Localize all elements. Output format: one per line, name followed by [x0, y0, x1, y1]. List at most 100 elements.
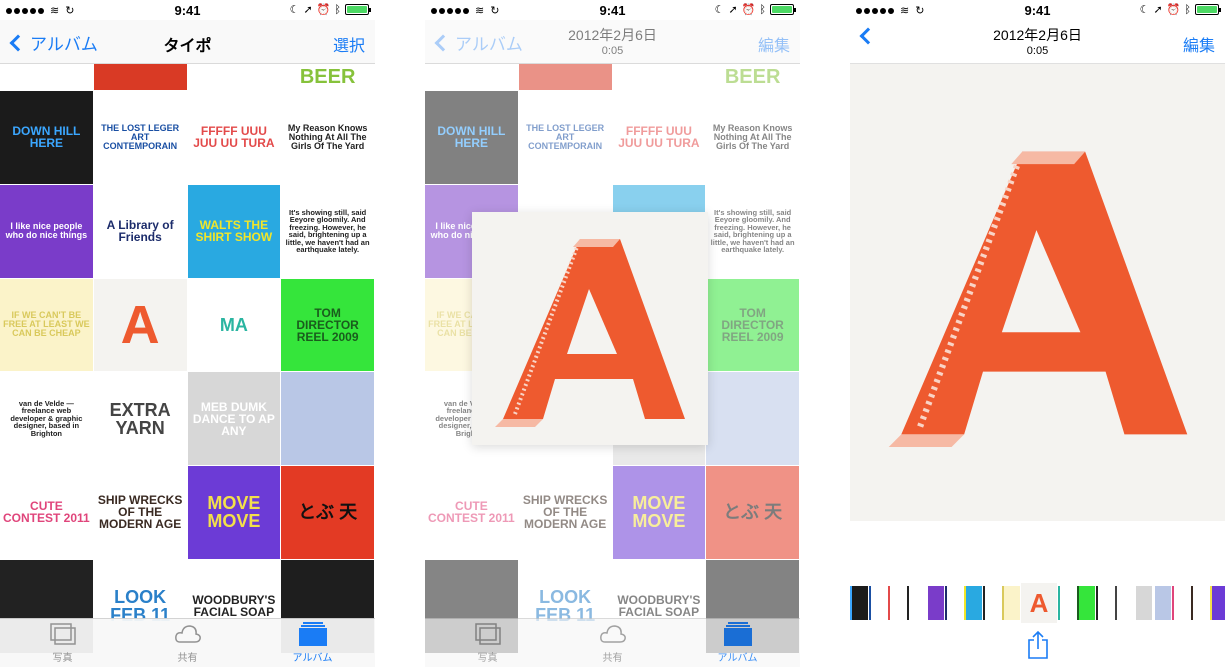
- thumbnail-text: I like nice people who do nice things: [5, 221, 88, 241]
- filmstrip-thumb[interactable]: [1210, 586, 1225, 620]
- photo-thumbnail[interactable]: THE LOST LEGER ART CONTEMPORAIN: [93, 91, 187, 184]
- photo-thumbnail[interactable]: van de Velde — freelance web developer &…: [0, 372, 93, 465]
- thumbnail-text: [325, 603, 331, 609]
- thumbnail-text: MA: [219, 314, 248, 335]
- battery-icon: [770, 4, 796, 15]
- bluetooth-icon: ᛒ: [759, 3, 766, 16]
- filmstrip-thumb[interactable]: [1172, 586, 1190, 620]
- letter-a-poster: [888, 151, 1187, 447]
- filmstrip-thumb[interactable]: [907, 586, 925, 620]
- filmstrip-thumb[interactable]: [983, 586, 1001, 620]
- thumbnail-text: It's showing still, said Eeyore gloomily…: [285, 207, 370, 255]
- thumbnail-text: EXTRA YARN: [109, 399, 171, 438]
- photo-viewer[interactable]: [850, 64, 1225, 521]
- navigation-bar: アルバム 2012年2月6日 0:05 編集: [425, 20, 800, 64]
- photo-date: 2012年2月6日: [568, 27, 657, 43]
- filmstrip-thumb[interactable]: [1096, 586, 1114, 620]
- tab-albums[interactable]: アルバム: [675, 619, 800, 667]
- cloud-icon: [599, 625, 626, 643]
- filmstrip-thumb[interactable]: [1077, 586, 1095, 620]
- photo-thumbnail[interactable]: MOVE MOVE: [187, 466, 281, 559]
- select-button[interactable]: 選択: [333, 32, 365, 56]
- filmstrip-thumb-selected[interactable]: A: [1021, 583, 1057, 623]
- toolbar: [850, 623, 1225, 667]
- tab-albums[interactable]: アルバム: [250, 619, 375, 667]
- thumbnail-text: WOODBURY'S FACIAL SOAP: [192, 593, 276, 620]
- edit-button[interactable]: 編集: [1183, 32, 1215, 56]
- photo-thumbnail[interactable]: とぶ 天: [281, 466, 374, 559]
- tab-shared[interactable]: 共有: [125, 619, 250, 667]
- location-icon: ➚: [728, 4, 738, 16]
- tab-photos-label: 写真: [52, 653, 73, 664]
- thumbnail-text: My Reason Knows Nothing At All The Girls…: [287, 122, 368, 151]
- filmstrip-thumb[interactable]: [1058, 586, 1076, 620]
- thumbnail-text: van de Velde — freelance web developer &…: [10, 398, 83, 438]
- filmstrip-thumb[interactable]: [850, 586, 868, 620]
- photo-date-title: 2012年2月6日 0:05: [425, 25, 800, 57]
- photo-thumbnail[interactable]: WALTS THE SHIRT SHOW: [187, 184, 281, 278]
- phone-zoom-transition: ≋ ↻ 9:41 ☾ ➚ ⏰ ᛒ BEER DOWN HILL HERE THE …: [425, 0, 800, 667]
- thumbnail-text: THE LOST LEGER ART CONTEMPORAIN: [101, 122, 180, 151]
- moon-icon: ☾: [1139, 4, 1150, 16]
- photo-thumbnail[interactable]: A: [93, 278, 187, 372]
- filmstrip-thumb[interactable]: [1115, 586, 1133, 620]
- photo-thumbnail[interactable]: BEER: [281, 64, 374, 90]
- alarm-icon: ⏰: [316, 4, 331, 16]
- photo-thumbnail[interactable]: [0, 64, 93, 90]
- thumbnail-filmstrip[interactable]: A: [850, 583, 1225, 623]
- status-bar: ≋ ↻ 9:41 ☾ ➚ ⏰ ᛒ: [850, 0, 1225, 20]
- filmstrip-thumb[interactable]: [964, 586, 982, 620]
- filmstrip-thumb[interactable]: [945, 586, 963, 620]
- zooming-photo[interactable]: [472, 212, 708, 445]
- photo-time: 0:05: [1026, 45, 1049, 57]
- photo-thumbnail[interactable]: [187, 64, 281, 90]
- thumbnail-text: MOVE MOVE: [207, 493, 261, 532]
- thumbnail-text: A: [120, 294, 160, 355]
- photo-thumbnail[interactable]: SHIP WRECKS OF THE MODERN AGE: [93, 466, 187, 559]
- photo-thumbnail[interactable]: CUTE CONTEST 2011: [0, 466, 93, 559]
- photo-thumbnail[interactable]: FFFFF UUU JUU UU TURA: [187, 91, 281, 184]
- photo-thumbnail[interactable]: TOM DIRECTOR REEL 2009: [281, 278, 374, 372]
- thumbnail-text: A: [1029, 587, 1049, 618]
- filmstrip-thumb[interactable]: [869, 586, 887, 620]
- tab-albums-label: アルバム: [292, 653, 333, 664]
- photo-thumbnail[interactable]: It's showing still, said Eeyore gloomily…: [281, 184, 374, 278]
- thumbnail-text: CUTE CONTEST 2011: [3, 499, 90, 526]
- tab-shared[interactable]: 共有: [550, 619, 675, 667]
- photo-thumbnail[interactable]: I like nice people who do nice things: [0, 184, 93, 278]
- share-icon[interactable]: [1026, 630, 1050, 660]
- location-icon: ➚: [1153, 4, 1163, 16]
- photos-stack-icon: [49, 623, 76, 645]
- page-title: タイポ: [163, 38, 212, 55]
- photo-thumbnail[interactable]: EXTRA YARN: [93, 372, 187, 465]
- photo-thumbnail[interactable]: My Reason Knows Nothing At All The Girls…: [281, 91, 374, 184]
- thumbnail-text: A Library of Friends: [106, 218, 174, 245]
- grid-top-strip: BEER: [0, 64, 375, 90]
- battery-icon: [345, 4, 371, 15]
- filmstrip-thumb[interactable]: [888, 586, 906, 620]
- tab-photos[interactable]: 写真: [425, 619, 550, 667]
- filmstrip-thumb[interactable]: [926, 586, 944, 620]
- photo-thumbnail[interactable]: IF WE CAN'T BE FREE AT LEAST WE CAN BE C…: [0, 278, 93, 372]
- filmstrip-thumb[interactable]: [1002, 586, 1020, 620]
- filmstrip-thumb[interactable]: [1153, 586, 1171, 620]
- thumbnail-text: FFFFF UUU JUU UU TURA: [193, 124, 275, 151]
- tab-photos[interactable]: 写真: [0, 619, 125, 667]
- filmstrip-thumb[interactable]: [1191, 586, 1209, 620]
- cloud-icon: [174, 625, 201, 643]
- filmstrip-thumb[interactable]: [1134, 586, 1152, 620]
- photo-thumbnail[interactable]: MEB DUMK DANCE TO AP ANY: [187, 372, 281, 465]
- thumbnail-text: BEER: [299, 66, 356, 88]
- photo-thumbnail[interactable]: [93, 64, 187, 90]
- photo-thumbnail[interactable]: A Library of Friends: [93, 184, 187, 278]
- photo-thumbnail[interactable]: DOWN HILL HERE: [0, 91, 93, 184]
- albums-icon: [298, 622, 327, 646]
- letter-a-poster: [495, 238, 685, 427]
- thumbnail-text: SHIP WRECKS OF THE MODERN AGE: [97, 493, 183, 532]
- thumbnail-text: [43, 603, 49, 609]
- tab-shared-label: 共有: [177, 653, 198, 664]
- edit-button[interactable]: 編集: [758, 32, 790, 56]
- status-bar: ≋ ↻ 9:41 ☾ ➚ ⏰ ᛒ: [425, 0, 800, 20]
- photo-thumbnail[interactable]: MA: [187, 278, 281, 372]
- photo-thumbnail[interactable]: [281, 372, 374, 465]
